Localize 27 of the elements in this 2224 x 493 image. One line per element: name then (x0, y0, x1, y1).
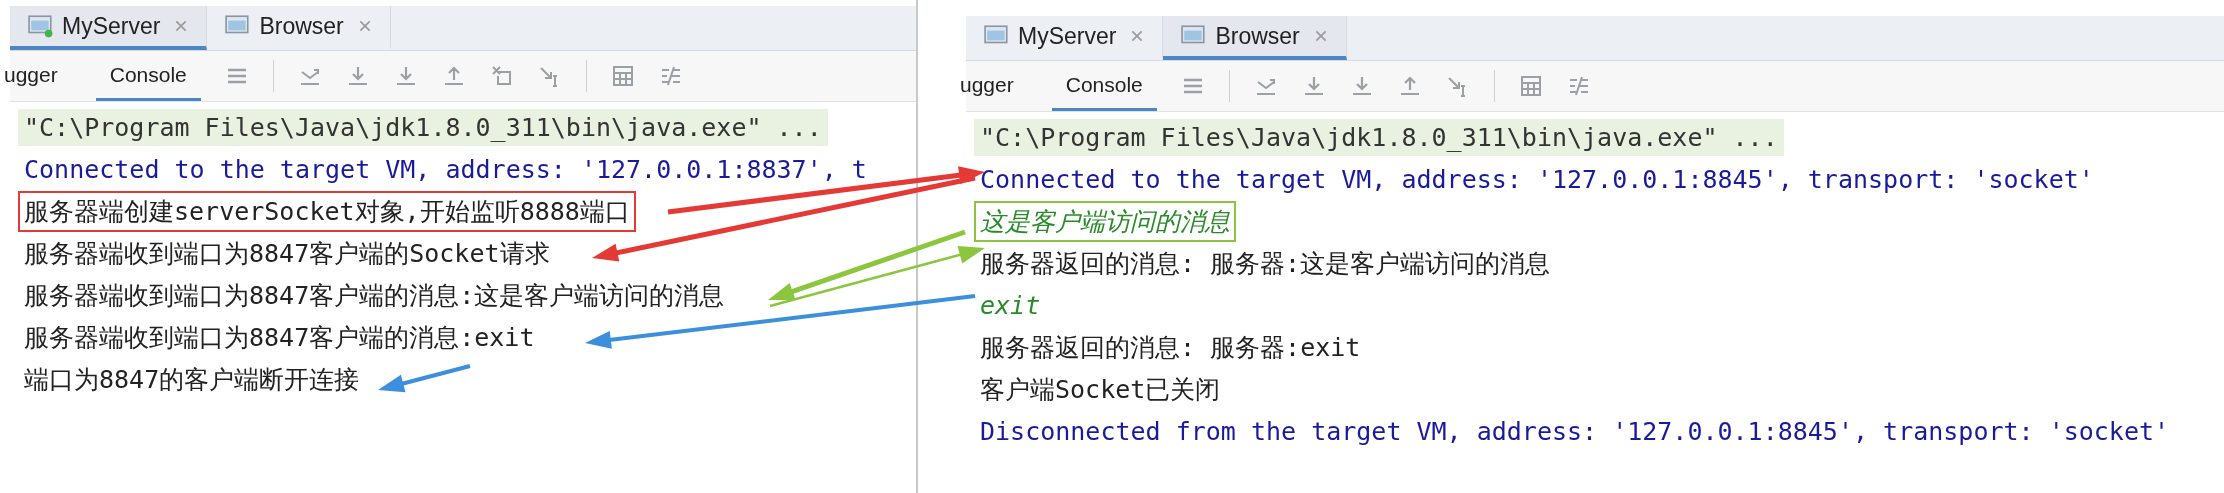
calculator-icon[interactable] (1518, 74, 1543, 98)
close-tab-icon[interactable] (489, 64, 514, 88)
run-tab[interactable]: MyServer (10, 6, 208, 50)
close-icon[interactable] (174, 19, 189, 33)
console-line: 服务器端收到端口为8847客户端的消息:这是客户端访问的消息 (23, 279, 726, 312)
console-line: Connected to the target VM, address: '127.0.0.1:8845', transport: 'socket' (979, 163, 2095, 196)
console-line: 服务器返回的消息: 服务器:这是客户端访问的消息 (979, 247, 1552, 280)
run-tab[interactable]: Browser (207, 6, 391, 50)
calculator-icon[interactable] (610, 64, 635, 88)
console-line: Connected to the target VM, address: '127.0.0.1:8837', t (23, 153, 868, 186)
console-line: 客户端Socket已关闭 (979, 373, 1222, 406)
console-line: 服务器端收到端口为8847客户端的Socket请求 (23, 237, 551, 270)
tool-tab[interactable]: ugger (960, 61, 1028, 111)
console-line: 服务器端收到端口为8847客户端的消息:exit (23, 321, 536, 354)
tool-tab[interactable]: Console (95, 51, 201, 101)
console-line: Disconnected from the target VM, address: '127.0.0.1:8845', transport: 'socket' (979, 415, 2171, 448)
tool-tab[interactable]: ugger (4, 51, 72, 101)
run-tab[interactable]: Browser (1163, 16, 1347, 60)
close-icon[interactable] (1313, 29, 1328, 43)
tool-tab[interactable]: Console (1051, 61, 1157, 111)
close-icon[interactable] (1130, 29, 1145, 43)
run-tab[interactable]: MyServer (966, 16, 1164, 60)
close-icon[interactable] (357, 19, 372, 33)
console-line: exit (979, 289, 1042, 322)
window-icon (28, 14, 54, 38)
console-line: 端口为8847的客户端断开连接 (23, 363, 361, 396)
console-line: 服务器返回的消息: 服务器:exit (979, 331, 1362, 364)
